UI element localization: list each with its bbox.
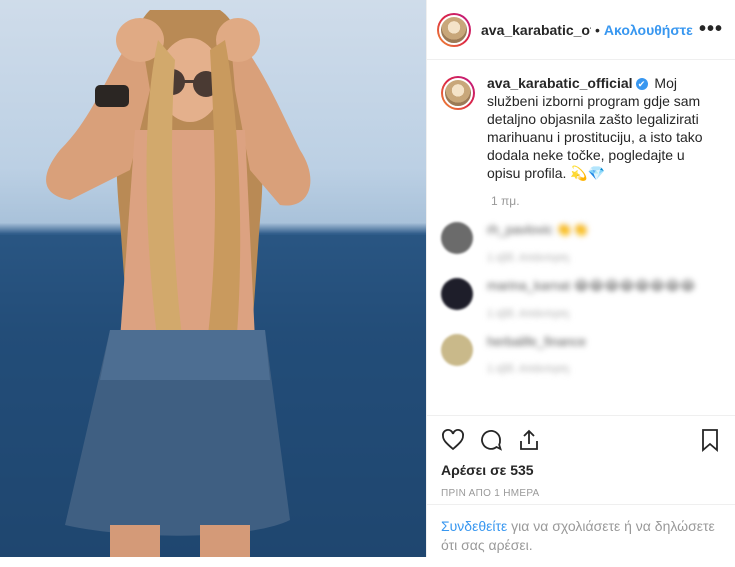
profile-avatar[interactable] xyxy=(437,12,471,47)
post-header: ava_karabatic_offici • Ακολουθήστε ••• xyxy=(427,0,735,60)
post-timestamp: ΠΡΙΝ ΑΠΟ 1 ΗΜΕΡΑ xyxy=(441,488,540,499)
bookmark-icon[interactable] xyxy=(698,428,722,452)
caption-text-block: ava_karabatic_official ✔ Moj službeni izb… xyxy=(487,74,721,182)
share-icon[interactable] xyxy=(517,428,541,452)
comment-meta: 1 εβδ. Απάντηση xyxy=(487,363,570,375)
post-caption: ava_karabatic_official ✔ Moj službeni izb… xyxy=(441,74,721,182)
heart-icon[interactable] xyxy=(441,428,465,452)
commenter-avatar[interactable] xyxy=(441,278,473,310)
comment-body: herbalife_finance 1 εβδ. Απάντηση xyxy=(487,334,586,375)
post-photo[interactable] xyxy=(0,0,426,557)
comment-line: rh_pavlovic 👏👏 xyxy=(487,222,589,238)
comment-line: marina_karnat 😂😂😂😂😂😂😂😂 xyxy=(487,278,695,294)
header-separator: • xyxy=(595,21,600,38)
avatar-image xyxy=(439,14,469,45)
commenter-avatar[interactable] xyxy=(441,334,473,366)
caption-time: 1 πμ. xyxy=(491,194,520,208)
comment-item: rh_pavlovic 👏👏 1 εβδ. Απάντηση xyxy=(441,222,721,264)
verified-badge-icon: ✔ xyxy=(635,78,648,90)
comment-body: marina_karnat 😂😂😂😂😂😂😂😂 1 εβδ. Απάντηση xyxy=(487,278,695,320)
comment-line: herbalife_finance xyxy=(487,334,586,349)
instagram-post: ava_karabatic_offici • Ακολουθήστε ••• a… xyxy=(0,0,735,557)
comments-section: ava_karabatic_official ✔ Moj službeni izb… xyxy=(427,60,735,415)
comment-icon[interactable] xyxy=(479,428,503,452)
commenter-avatar[interactable] xyxy=(441,222,473,254)
likes-count[interactable]: Αρέσει σε 535 xyxy=(441,462,722,478)
comment-text: 👏👏 xyxy=(556,222,589,237)
login-prompt: Συνδεθείτε για να σχολιάσετε ή να δηλώσε… xyxy=(427,504,735,567)
photo-figure xyxy=(0,10,426,557)
post-actions: Αρέσει σε 535 ΠΡΙΝ ΑΠΟ 1 ΗΜΕΡΑ xyxy=(427,415,735,499)
follow-button[interactable]: Ακολουθήστε xyxy=(604,22,693,38)
comment-text: 😂😂😂😂😂😂😂😂 xyxy=(573,278,696,293)
commenter-name[interactable]: herbalife_finance xyxy=(487,334,586,349)
comment-meta: 1 εβδ. Απάντηση xyxy=(487,308,570,320)
header-username[interactable]: ava_karabatic_offici xyxy=(481,22,591,38)
caption-avatar[interactable] xyxy=(441,76,475,110)
comment-item: marina_karnat 😂😂😂😂😂😂😂😂 1 εβδ. Απάντηση xyxy=(441,278,721,320)
comment-meta: 1 εβδ. Απάντηση xyxy=(487,252,570,264)
avatar-image xyxy=(443,78,473,108)
commenter-name[interactable]: rh_pavlovic xyxy=(487,222,553,237)
comment-body: rh_pavlovic 👏👏 1 εβδ. Απάντηση xyxy=(487,222,589,264)
login-link[interactable]: Συνδεθείτε xyxy=(441,518,507,534)
caption-username[interactable]: ava_karabatic_official xyxy=(487,75,633,91)
commenter-name[interactable]: marina_karnat xyxy=(487,278,570,293)
more-options-icon[interactable]: ••• xyxy=(699,18,723,41)
comment-item: herbalife_finance 1 εβδ. Απάντηση xyxy=(441,334,721,375)
post-side-panel: ava_karabatic_offici • Ακολουθήστε ••• a… xyxy=(426,0,735,557)
action-icons xyxy=(441,428,722,452)
